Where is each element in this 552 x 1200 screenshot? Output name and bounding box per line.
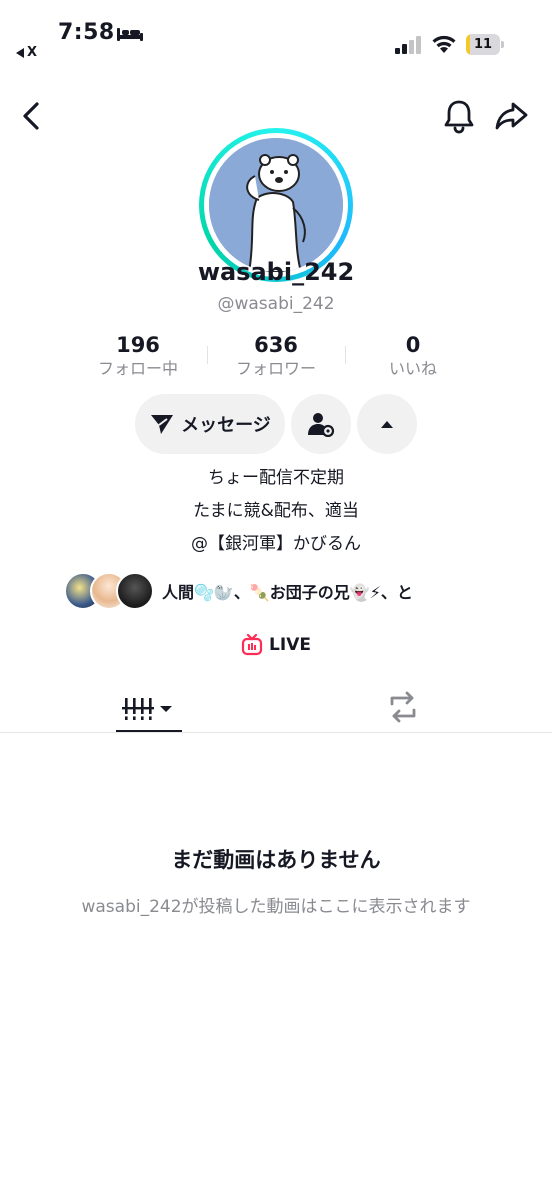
wifi-icon xyxy=(432,35,456,53)
stat-likes[interactable]: 0 いいね xyxy=(343,332,483,380)
live-link[interactable]: LIVE xyxy=(0,634,552,656)
caret-up-icon xyxy=(381,421,393,428)
avatar xyxy=(209,138,343,272)
empty-state-title: まだ動画はありません xyxy=(171,848,381,872)
username-handle: @wasabi_242 xyxy=(217,294,335,314)
back-arrow-icon[interactable] xyxy=(14,96,50,136)
send-icon xyxy=(151,415,174,434)
bio-line: たまに競&配布、適当 xyxy=(193,501,359,521)
tab-divider xyxy=(0,732,552,733)
signal-icon xyxy=(395,36,421,54)
mutual-avatar xyxy=(116,572,154,610)
live-tv-icon xyxy=(241,634,263,656)
bio-mention[interactable]: @【銀河軍】かびるん xyxy=(0,532,552,556)
stat-following-value: 196 xyxy=(116,333,160,357)
share-icon[interactable] xyxy=(492,96,532,136)
status-time: 7:58 xyxy=(58,20,115,45)
bell-icon[interactable] xyxy=(440,96,478,136)
stat-followers-label: フォロワー xyxy=(235,359,316,378)
tab-videos[interactable] xyxy=(116,686,182,732)
back-to-app-button[interactable]: X xyxy=(16,45,37,60)
live-label: LIVE xyxy=(269,635,311,655)
empty-state-subtitle: wasabi_242が投稿した動画はここに表示されます xyxy=(81,897,471,917)
stat-following[interactable]: 196 フォロー中 xyxy=(68,332,208,380)
stat-likes-label: いいね xyxy=(388,359,437,378)
mutual-followers-text: 人間🫧🦭、🍡お団子の兄👻⚡、と xyxy=(162,583,413,602)
bear-illustration xyxy=(209,138,343,272)
stat-following-label: フォロー中 xyxy=(97,359,178,378)
stat-followers[interactable]: 636 フォロワー xyxy=(206,332,346,380)
bed-icon xyxy=(117,28,143,41)
message-button-label: メッセージ xyxy=(181,415,271,436)
status-bar: 7:58 X 11 xyxy=(0,0,552,70)
stat-likes-value: 0 xyxy=(405,333,421,357)
bio-line: ちょー配信不定期 xyxy=(208,468,344,488)
back-app-label: X xyxy=(27,45,38,60)
person-gear-icon xyxy=(308,413,335,437)
display-name: wasabi_242 xyxy=(197,258,355,286)
battery-icon: 11 xyxy=(466,34,504,55)
back-triangle-icon xyxy=(16,47,24,58)
repost-icon[interactable] xyxy=(384,688,422,726)
expand-suggestions-button[interactable] xyxy=(357,394,417,454)
mutual-followers-row[interactable]: 人間🫧🦭、🍡お団子の兄👻⚡、と xyxy=(64,571,413,611)
friend-settings-button[interactable] xyxy=(291,394,351,454)
stat-followers-value: 636 xyxy=(254,333,298,357)
message-button[interactable]: メッセージ xyxy=(135,394,285,454)
battery-level: 11 xyxy=(473,37,493,52)
video-grid-icon xyxy=(122,698,172,720)
